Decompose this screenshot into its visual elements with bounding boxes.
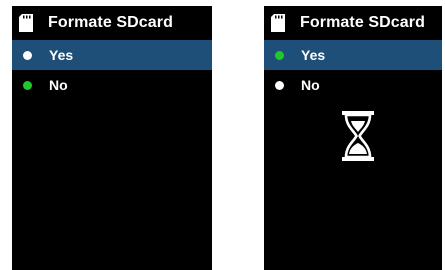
- menu-item-label: No: [301, 77, 320, 93]
- stage: Formate SDcard Yes No Formate SDcard Yes…: [0, 0, 445, 270]
- menu-item-label: Yes: [301, 47, 326, 63]
- screen-header: Formate SDcard: [264, 6, 442, 40]
- menu-item-label: No: [49, 77, 68, 93]
- format-sdcard-screen-left: Formate SDcard Yes No: [12, 6, 212, 270]
- status-indicator-icon: [275, 50, 284, 60]
- format-sdcard-screen-right: Formate SDcard Yes No: [264, 6, 442, 270]
- screen-header: Formate SDcard: [12, 6, 212, 40]
- hourglass-icon: [342, 111, 374, 161]
- screen-title: Formate SDcard: [300, 14, 425, 31]
- screen-title: Formate SDcard: [48, 14, 173, 31]
- sd-card-icon: [268, 10, 288, 36]
- menu-item-label: Yes: [49, 47, 74, 63]
- status-indicator-icon: [23, 50, 32, 60]
- menu-item-no[interactable]: No: [264, 70, 442, 100]
- menu-item-yes[interactable]: Yes: [12, 40, 212, 70]
- menu-item-yes[interactable]: Yes: [264, 40, 442, 70]
- menu-item-no[interactable]: No: [12, 70, 212, 100]
- status-indicator-icon: [275, 80, 284, 90]
- status-indicator-icon: [23, 80, 32, 90]
- sd-card-icon: [16, 10, 36, 36]
